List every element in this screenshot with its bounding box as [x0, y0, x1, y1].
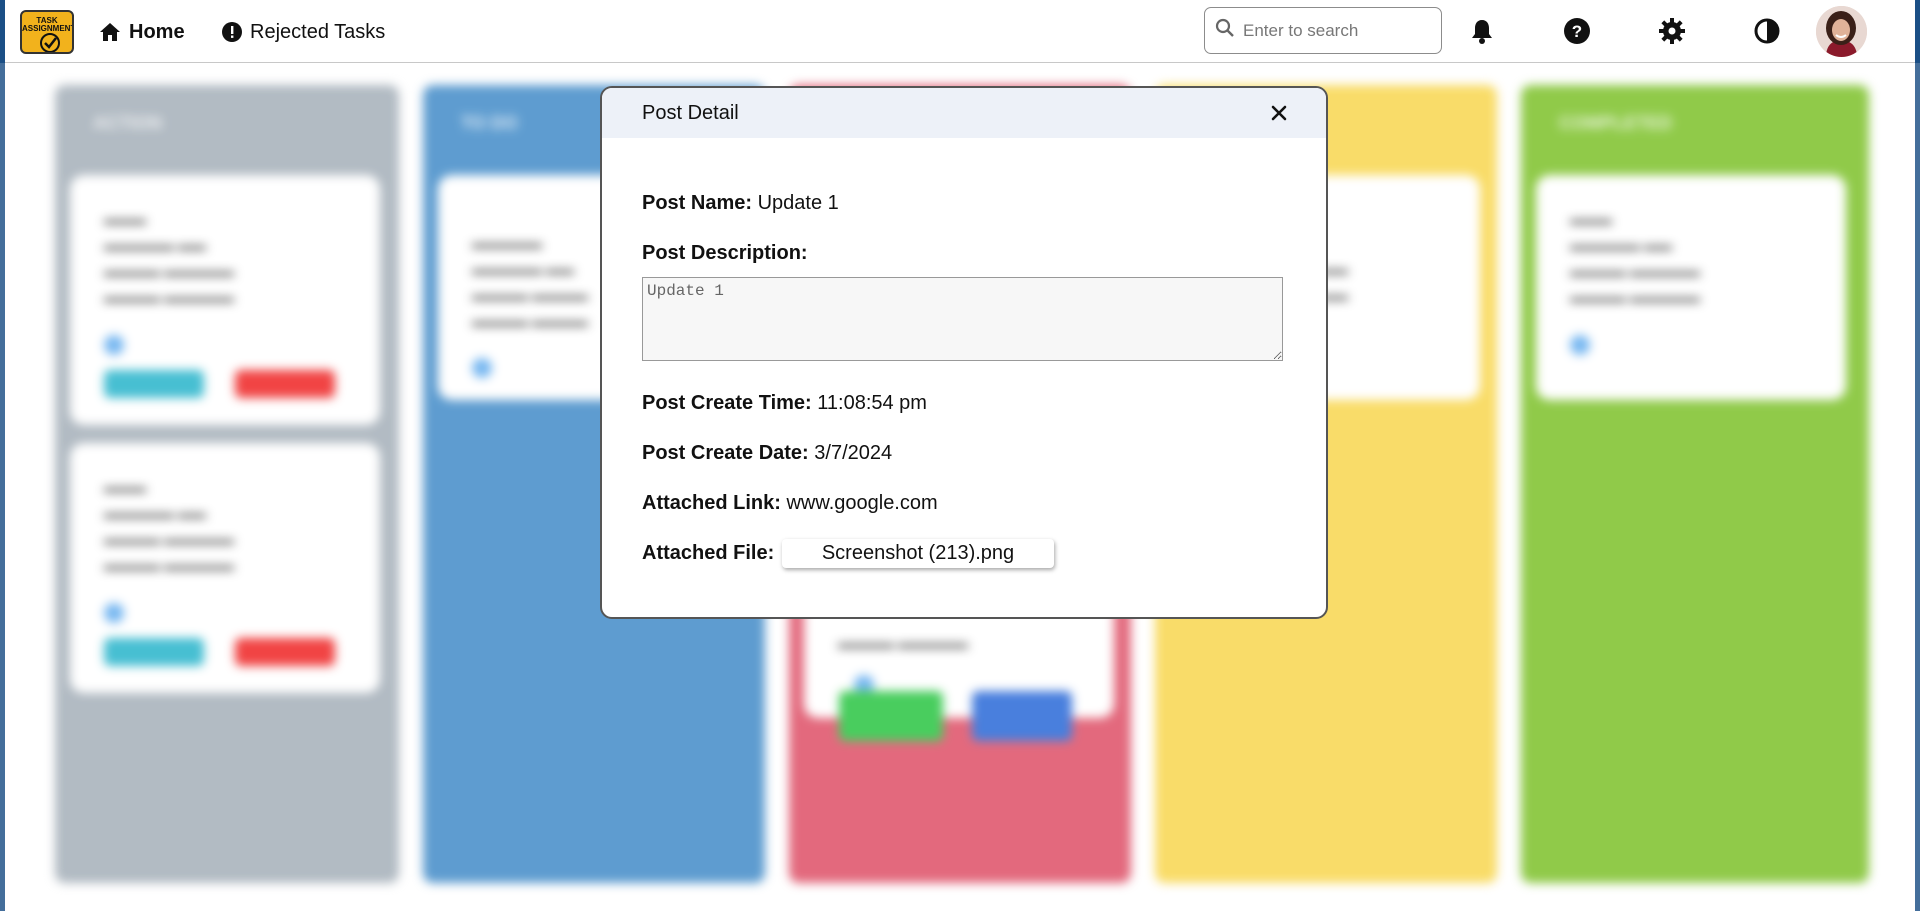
post-description-row: Post Description:	[642, 242, 808, 265]
create-date-value: 3/7/2024	[814, 442, 893, 464]
create-date-row: Post Create Date: 3/7/2024	[642, 442, 892, 465]
nav-home-label: Home	[129, 20, 185, 43]
attached-file-row: Attached File:	[642, 542, 774, 565]
exclamation-circle-icon	[222, 22, 242, 42]
nav-rejected-label: Rejected Tasks	[250, 20, 386, 43]
post-name-value: Update 1	[757, 192, 839, 214]
attached-file-label: Attached File:	[642, 542, 775, 564]
top-navbar: TASK ASSIGNMENT Home Rejected Tasks ?	[5, 0, 1915, 63]
post-name-label: Post Name:	[642, 192, 753, 214]
logo-check-icon	[40, 33, 60, 52]
svg-text:?: ?	[1572, 22, 1582, 41]
post-description-label: Post Description:	[642, 242, 808, 264]
nav-home-link[interactable]: Home	[99, 20, 185, 44]
logo-text: TASK ASSIGNMENT	[22, 16, 74, 33]
bell-icon[interactable]	[1468, 17, 1496, 45]
user-avatar[interactable]	[1816, 6, 1867, 57]
post-description-field[interactable]: Update 1	[642, 277, 1283, 361]
home-icon	[99, 22, 121, 42]
post-detail-modal: Post Detail Post Name: Update 1 Post Des…	[600, 86, 1328, 619]
attached-link-row: Attached Link: www.google.com	[642, 492, 938, 515]
nav-rejected-tasks-link[interactable]: Rejected Tasks	[222, 20, 385, 44]
create-time-value: 11:08:54 pm	[817, 392, 927, 414]
app-logo[interactable]: TASK ASSIGNMENT	[20, 10, 74, 54]
attached-file-button[interactable]: Screenshot (213).png	[782, 539, 1054, 568]
attached-link-label: Attached Link:	[642, 492, 781, 514]
search-icon	[1215, 18, 1235, 43]
create-date-label: Post Create Date:	[642, 442, 809, 464]
modal-title: Post Detail	[642, 102, 739, 124]
gear-icon[interactable]	[1658, 17, 1686, 45]
search-input[interactable]	[1243, 20, 1423, 41]
contrast-icon[interactable]	[1753, 17, 1781, 45]
search-box[interactable]	[1204, 7, 1442, 54]
help-icon[interactable]: ?	[1563, 17, 1591, 45]
attached-link-value[interactable]: www.google.com	[786, 492, 937, 514]
post-name-row: Post Name: Update 1	[642, 192, 839, 215]
close-icon[interactable]	[1266, 100, 1292, 126]
modal-header: Post Detail	[602, 88, 1326, 138]
create-time-label: Post Create Time:	[642, 392, 812, 414]
create-time-row: Post Create Time: 11:08:54 pm	[642, 392, 927, 415]
